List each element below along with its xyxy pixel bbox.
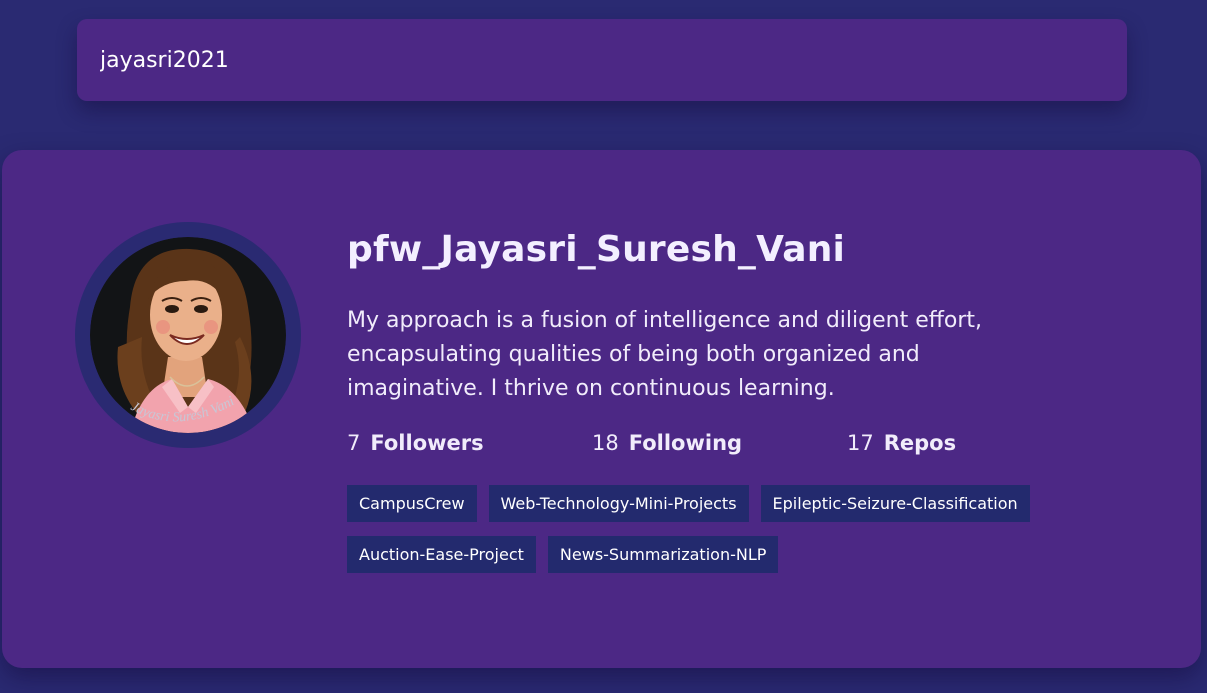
repo-link-auction-ease-project[interactable]: Auction-Ease-Project: [347, 536, 536, 573]
followers-count: 7: [347, 431, 361, 455]
followers-label: Followers: [370, 431, 484, 455]
user-name: pfw_Jayasri_Suresh_Vani: [347, 229, 846, 270]
profile-card: Jayasri Suresh Vani pfw_Jayasri_Suresh_V…: [2, 150, 1201, 668]
repos-stat: 17 Repos: [847, 431, 956, 455]
following-label: Following: [628, 431, 743, 455]
following-count: 18: [592, 431, 619, 455]
following-stat: 18 Following: [592, 431, 847, 455]
repos-label: Repos: [883, 431, 957, 455]
followers-stat: 7 Followers: [347, 431, 592, 455]
repo-link-news-summarization-nlp[interactable]: News-Summarization-NLP: [547, 536, 779, 573]
repo-link-web-technology-mini-projects[interactable]: Web-Technology-Mini-Projects: [488, 485, 749, 522]
repo-link-campuscrew[interactable]: CampusCrew: [347, 485, 477, 522]
repo-link-epileptic-seizure-classification[interactable]: Epileptic-Seizure-Classification: [760, 485, 1030, 522]
user-info: pfw_Jayasri_Suresh_Vani My approach is a…: [347, 230, 1167, 587]
user-stats: 7 Followers 18 Following 17 Repos: [347, 428, 1167, 458]
avatar: Jayasri Suresh Vani: [75, 222, 301, 448]
repos-count: 17: [847, 431, 874, 455]
avatar-image: Jayasri Suresh Vani: [90, 237, 286, 433]
repo-list: CampusCrew Web-Technology-Mini-Projects …: [347, 485, 1167, 587]
user-bio: My approach is a fusion of intelligence …: [347, 308, 983, 401]
search-input[interactable]: [77, 19, 1127, 101]
